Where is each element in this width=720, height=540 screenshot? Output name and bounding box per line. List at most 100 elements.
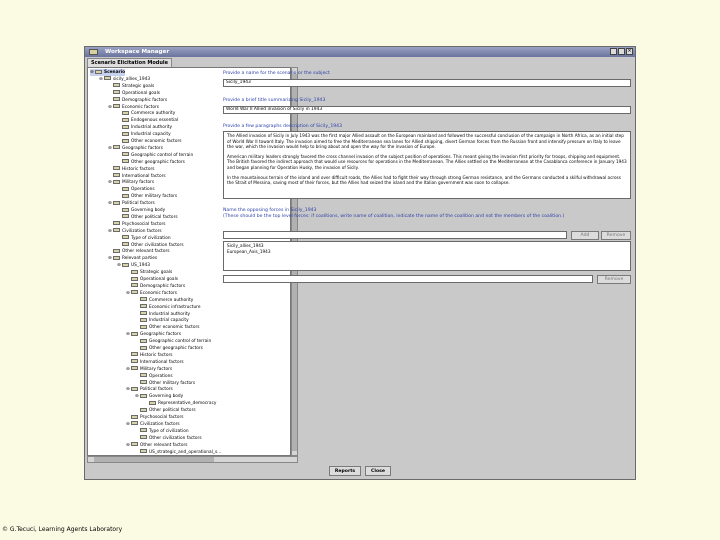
minimize-icon[interactable] bbox=[610, 48, 617, 55]
folder-icon bbox=[140, 324, 147, 329]
name-label: Provide a name for the scenario or the s… bbox=[223, 71, 330, 76]
folder-icon bbox=[131, 269, 138, 274]
workspace-manager-window: Workspace Manager × Scenario Elicitation… bbox=[84, 46, 636, 480]
tree-node-label: Psychosocial factors bbox=[140, 415, 184, 420]
tree-node-label: Geographic factors bbox=[140, 332, 181, 338]
folder-icon bbox=[113, 145, 120, 150]
tree-node-label: Historic factors bbox=[140, 352, 173, 358]
folder-icon bbox=[140, 428, 147, 433]
tree-node-label: Operational goals bbox=[140, 277, 178, 282]
remove-button[interactable]: Remove bbox=[601, 231, 631, 240]
scenario-title-field[interactable]: World War II Allied invasion of Sicily i… bbox=[223, 106, 631, 114]
scrollbar-thumb[interactable] bbox=[94, 457, 214, 462]
folder-icon bbox=[122, 138, 129, 143]
folder-icon bbox=[131, 366, 138, 371]
tree-node-label: US_1943 bbox=[131, 263, 150, 269]
folder-icon bbox=[122, 117, 129, 122]
tree-node-label: Strategic goals bbox=[122, 83, 155, 89]
folder-icon bbox=[131, 414, 138, 419]
tree-node-label: Geographic control of terrain bbox=[149, 339, 212, 345]
folder-icon bbox=[122, 131, 129, 136]
folder-icon bbox=[113, 200, 120, 205]
tree-node-label: Other economic factors bbox=[131, 139, 182, 144]
folder-icon bbox=[122, 186, 129, 191]
title-bar[interactable]: Workspace Manager × bbox=[85, 47, 635, 57]
tree-node-label: Civilization factors bbox=[140, 421, 180, 427]
folder-icon bbox=[122, 262, 129, 267]
tree-node-label: Industrial capacity bbox=[131, 132, 171, 138]
tree-node-label: Other relevant factors bbox=[140, 442, 188, 448]
tab-scenario-elicitation[interactable]: Scenario Elicitation Module bbox=[87, 58, 173, 67]
tree-node-label: Geographic factors bbox=[122, 145, 163, 151]
folder-icon bbox=[122, 235, 129, 240]
folder-icon bbox=[140, 345, 147, 350]
maximize-icon[interactable] bbox=[618, 48, 625, 55]
folder-icon bbox=[131, 331, 138, 336]
description-paragraph: In the mountainous terrain of the island… bbox=[227, 174, 621, 186]
folder-icon bbox=[122, 193, 129, 198]
folder-icon bbox=[140, 407, 147, 412]
app-icon bbox=[89, 49, 98, 55]
tree-node-label: Industrial authority bbox=[149, 311, 191, 317]
tree-node-label: Operations bbox=[149, 373, 173, 379]
tab-bar: Scenario Elicitation Module bbox=[85, 57, 635, 67]
folder-icon bbox=[140, 304, 147, 309]
remove-secondary-button[interactable]: Remove bbox=[597, 275, 631, 284]
force-name-input[interactable] bbox=[223, 231, 567, 239]
tree-node-label: Other military factors bbox=[131, 194, 178, 200]
tree-node-label: Representative_democracy bbox=[158, 401, 217, 407]
folder-icon bbox=[113, 228, 120, 233]
tree-node-label: Military factors bbox=[122, 180, 155, 186]
tree-node-label: Political factors bbox=[122, 201, 155, 207]
folder-icon bbox=[131, 442, 138, 447]
add-button[interactable]: Add bbox=[571, 231, 599, 240]
tree-node-label: Civilization factors bbox=[122, 228, 162, 234]
tree-node-label: Other relevant factors bbox=[122, 249, 170, 255]
folder-icon bbox=[95, 69, 102, 74]
folder-icon bbox=[113, 104, 120, 108]
tree-node-label: Strategic goals bbox=[140, 270, 173, 276]
tree-node-label: Other political factors bbox=[131, 214, 178, 220]
folder-icon bbox=[140, 380, 147, 384]
tree-node-label: Governing body bbox=[149, 394, 184, 400]
folder-icon bbox=[122, 242, 129, 246]
folder-icon bbox=[113, 221, 120, 226]
tree-node-label: Relevant parties bbox=[122, 256, 158, 262]
tree-node-label: Endogenous essential bbox=[131, 118, 179, 124]
folder-icon bbox=[113, 97, 120, 102]
close-icon[interactable]: × bbox=[626, 48, 633, 55]
close-button[interactable]: Close bbox=[365, 466, 391, 476]
folder-icon bbox=[113, 83, 120, 88]
title-label: Provide a brief title summarizing Sicily… bbox=[223, 98, 326, 103]
scenario-description-textarea[interactable]: The Allied invasion of Sicily in July 19… bbox=[223, 131, 631, 199]
tree-node-label: Geographic control of terrain bbox=[131, 152, 194, 158]
folder-icon bbox=[122, 159, 129, 164]
tree-node-label: Economic factors bbox=[122, 104, 159, 110]
description-label: Provide a few paragraphs description of … bbox=[223, 124, 343, 129]
tree-node-label: Commerce authority bbox=[149, 297, 194, 303]
tree-node-label: Commerce authority bbox=[131, 111, 176, 117]
tree-node-label: Demographic factors bbox=[140, 283, 186, 289]
folder-icon bbox=[113, 255, 120, 260]
tree-node-label: Industrial capacity bbox=[149, 318, 189, 324]
tree-node-label: sicily_allies_1943 bbox=[113, 76, 151, 82]
list-item[interactable]: European_Axis_1943 bbox=[227, 249, 627, 255]
folder-icon bbox=[131, 352, 138, 357]
folder-icon bbox=[131, 386, 138, 391]
secondary-input[interactable] bbox=[223, 275, 593, 283]
folder-icon bbox=[131, 359, 138, 364]
tree-node-label: Other military factors bbox=[149, 380, 196, 386]
tree-node-label: Other political factors bbox=[149, 408, 196, 414]
folder-icon bbox=[122, 110, 129, 115]
forces-hint: (These should be the top level forces: i… bbox=[223, 214, 565, 219]
description-paragraph: American military leaders strongly favor… bbox=[227, 153, 627, 170]
tree-node-label: Other civilization factors bbox=[149, 435, 202, 441]
bottom-button-bar: Reports Close bbox=[85, 463, 635, 481]
folder-icon bbox=[140, 373, 147, 378]
tree-node-label: Economic infrastructure bbox=[149, 304, 201, 310]
scenario-name-field[interactable]: Sicily_1943 bbox=[223, 79, 631, 87]
forces-list[interactable]: Sicily_allies_1943 European_Axis_1943 bbox=[223, 241, 631, 271]
reports-button[interactable]: Reports bbox=[329, 466, 361, 476]
tree-node-label: International factors bbox=[122, 173, 166, 179]
tree-horizontal-scrollbar[interactable] bbox=[87, 456, 298, 463]
